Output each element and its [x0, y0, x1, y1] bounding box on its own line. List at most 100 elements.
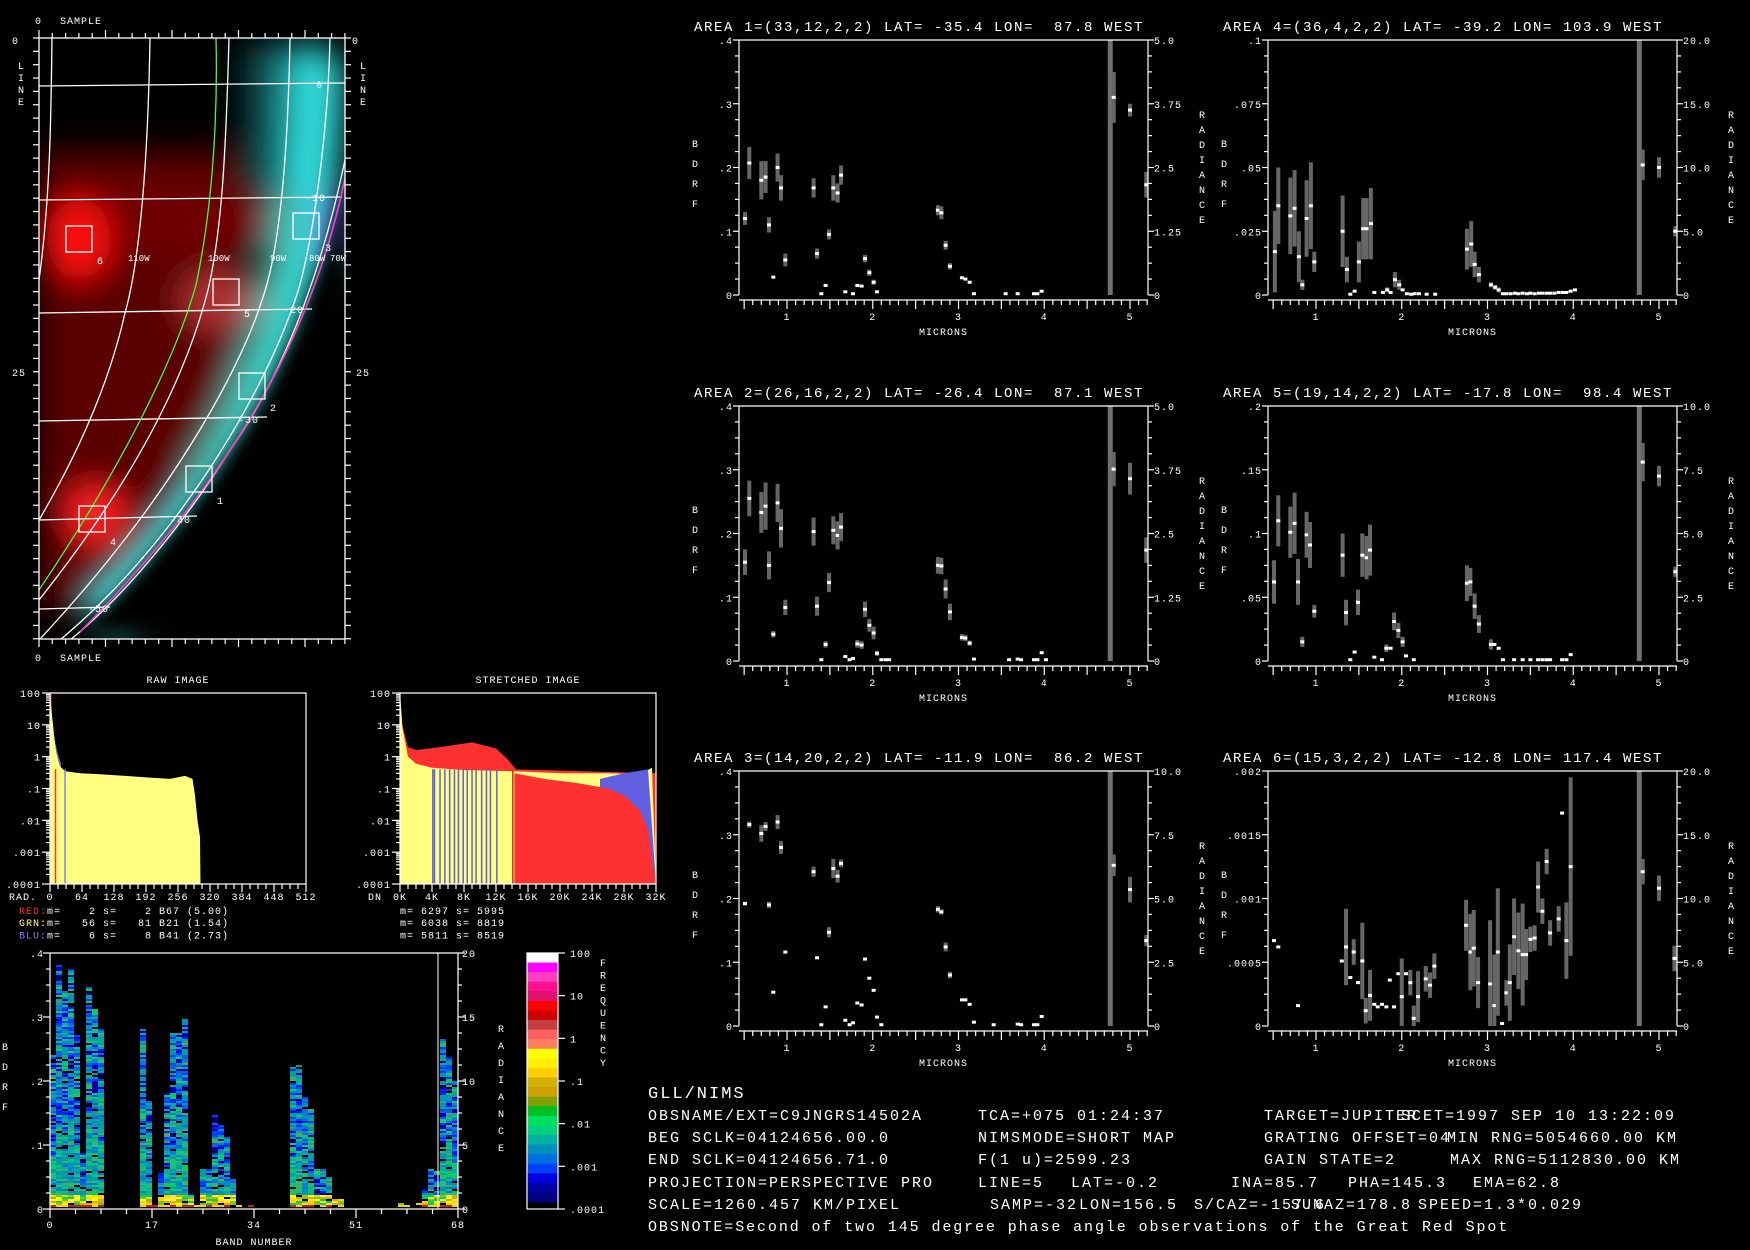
band-frequency-cell: [74, 1047, 80, 1049]
band-frequency-cell: [170, 1119, 176, 1121]
band-frequency-cell: [158, 1181, 164, 1183]
band-frequency-cell: [308, 1165, 314, 1167]
band-frequency-cell: [146, 1169, 152, 1171]
band-frequency-cell: [182, 1179, 188, 1181]
frequency-axis-label-letter: Q: [600, 997, 607, 1008]
band-frequency-cell: [446, 1177, 452, 1179]
band-frequency-cell: [290, 1181, 296, 1183]
band-frequency-cell: [56, 1181, 62, 1183]
band-frequency-cell: [80, 1201, 86, 1203]
band-frequency-cell: [290, 1109, 296, 1111]
band-frequency-cell: [290, 1161, 296, 1163]
micron-tick-label: 2: [1398, 313, 1405, 324]
band-frequency-cell: [182, 1121, 188, 1123]
band-frequency-cell: [290, 1149, 296, 1151]
band-frequency-cell: [62, 1065, 68, 1067]
band-frequency-cell: [50, 1153, 56, 1155]
radiance-axis-label-letter: D: [1728, 507, 1735, 518]
band-frequency-cell: [308, 1123, 314, 1125]
band-frequency-cell: [68, 1157, 74, 1159]
band-frequency-cell: [290, 1205, 296, 1207]
bdrf-tick-label: .2: [719, 165, 733, 176]
colorbar-swatch: [527, 991, 558, 1002]
band-frequency-cell: [146, 1141, 152, 1143]
band-frequency-cell: [68, 1177, 74, 1179]
radiance-axis-label-letter: C: [1728, 932, 1735, 943]
band-frequency-cell: [146, 1143, 152, 1145]
band-frequency-cell: [74, 1159, 80, 1161]
histogram-x-tick-label: 12K: [485, 893, 506, 904]
spectrum-plot-area-6: AREA 6=(15,3,2,2) LAT= -12.8 LON= 117.4 …: [1221, 751, 1735, 1070]
band-frequency-cell: [86, 1045, 92, 1047]
band-frequency-cell: [80, 1195, 86, 1197]
band-frequency-cell: [290, 1165, 296, 1167]
band-frequency-cell: [440, 1151, 446, 1153]
band-frequency-cell: [452, 1201, 458, 1203]
band-frequency-cell: [182, 1119, 188, 1121]
band-frequency-cell: [50, 1129, 56, 1131]
band-frequency-cell: [68, 1041, 74, 1043]
band-frequency-cell: [74, 1147, 80, 1149]
band-frequency-cell: [140, 1075, 146, 1077]
band-frequency-cell: [440, 1101, 446, 1103]
band-frequency-cell: [92, 1051, 98, 1053]
band-frequency-cell: [200, 1205, 206, 1207]
band-frequency-cell: [296, 1173, 302, 1175]
band-frequency-cell: [170, 1073, 176, 1075]
band-frequency-cell: [452, 1179, 458, 1181]
band-frequency-cell: [62, 1165, 68, 1167]
band-frequency-cell: [164, 1163, 170, 1165]
band-frequency-cell: [452, 1117, 458, 1119]
band-frequency-cell: [452, 1203, 458, 1205]
data-point: [1568, 865, 1573, 869]
band-frequency-cell: [452, 1165, 458, 1167]
data-point: [851, 656, 856, 660]
band-frequency-cell: [92, 1095, 98, 1097]
band-frequency-cell: [140, 1167, 146, 1169]
band-frequency-cell: [170, 1189, 176, 1191]
band-frequency-cell: [296, 1159, 302, 1161]
band-frequency-cell: [56, 1013, 62, 1015]
band-frequency-cell: [176, 1041, 182, 1043]
band-frequency-cell: [452, 1187, 458, 1189]
band-frequency-cell: [212, 1191, 218, 1193]
band-frequency-cell: [68, 1099, 74, 1101]
data-point: [1276, 519, 1281, 523]
band-frequency-cell: [440, 1205, 446, 1207]
radiance-axis-label-letter: E: [1199, 216, 1206, 227]
band-frequency-cell: [146, 1101, 152, 1103]
band-frequency-cell: [434, 1193, 440, 1195]
band-frequency-cell: [224, 1153, 230, 1155]
band-frequency-cell: [50, 1193, 56, 1195]
radiance-tick-label: 0: [1683, 658, 1690, 669]
micron-tick-label: 5: [1126, 313, 1133, 324]
data-point: [947, 264, 952, 268]
data-point: [763, 504, 768, 508]
band-frequency-cell: [92, 1061, 98, 1063]
band-frequency-cell: [290, 1085, 296, 1087]
band-frequency-cell: [446, 1149, 452, 1151]
band-frequency-cell: [68, 1007, 74, 1009]
frequency-axis-label-letter: U: [600, 1009, 607, 1020]
band-frequency-cell: [92, 1195, 98, 1197]
band-columns: [50, 965, 458, 1207]
bdrf-tick-label: .1: [719, 594, 733, 605]
histogram-y-tick-label: .1: [27, 786, 41, 797]
band-frequency-cell: [86, 1111, 92, 1113]
band-frequency-cell: [212, 1157, 218, 1159]
histogram-series-green: [50, 693, 201, 884]
micron-tick-label: 3: [1484, 1044, 1491, 1055]
band-frequency-cell: [86, 1129, 92, 1131]
band-frequency-cell: [140, 1203, 146, 1205]
band-frequency-cell: [62, 1185, 68, 1187]
band-frequency-cell: [308, 1203, 314, 1205]
micron-axis-label: MICRONS: [919, 694, 968, 705]
band-frequency-cell: [212, 1155, 218, 1157]
data-point: [1396, 628, 1401, 632]
band-frequency-cell: [176, 1119, 182, 1121]
band-frequency-cell: [98, 1191, 104, 1193]
band-frequency-cell: [320, 1173, 326, 1175]
micron-tick-label: 2: [869, 313, 876, 324]
band-frequency-cell: [206, 1173, 212, 1175]
bdrf-tick-label: 0: [1255, 658, 1262, 669]
